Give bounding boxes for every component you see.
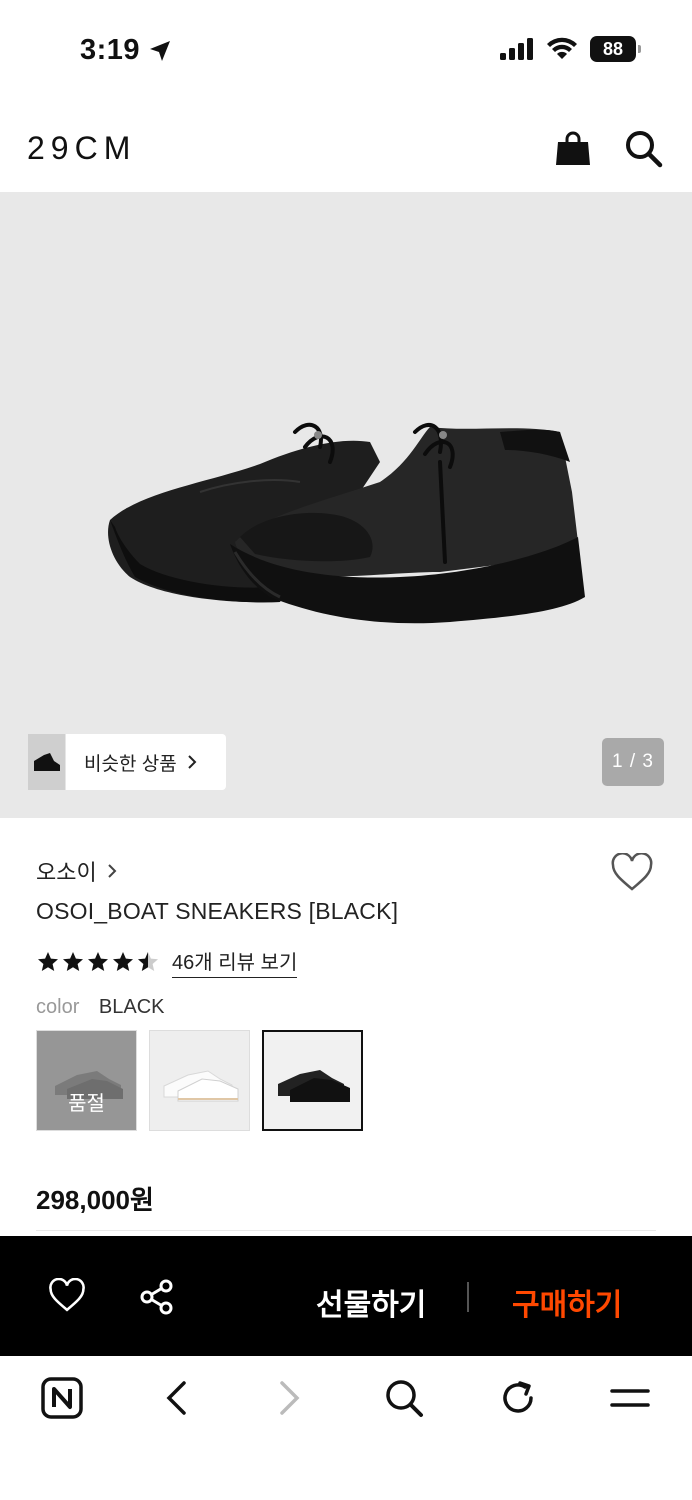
product-title: OSOI_BOAT SNEAKERS [BLACK] [36,898,399,924]
divider [36,1230,656,1231]
naver-icon[interactable] [40,1376,84,1420]
brand-name: 오소이 [36,860,97,885]
menu-icon[interactable] [608,1376,652,1420]
heart-icon[interactable] [48,1278,86,1314]
color-row: color BLACK [36,996,165,1019]
hamburger-icon [610,1389,650,1407]
star-icon [38,952,58,971]
status-bar: 3:19 88 [0,0,692,100]
chevron-right-icon [108,864,117,878]
white-shoe-thumbnail [163,1070,239,1102]
browser-toolbar [0,1356,692,1500]
gift-button[interactable]: 선물하기 [316,1280,426,1324]
swatch-black[interactable] [262,1030,363,1131]
signal-icon [500,38,533,60]
buy-button[interactable]: 구매하기 [512,1280,622,1324]
image-pager: 1 / 3 [602,738,664,786]
review-link[interactable]: 46개 리뷰 보기 [172,946,298,978]
half-star-icon [138,952,158,971]
swatch-white[interactable] [149,1030,250,1131]
status-icons: 88 [500,36,641,62]
sold-out-badge: 품절 [37,1031,136,1130]
shoe-thumbnail-icon [33,753,60,771]
back-chevron-icon [166,1381,186,1415]
reload-icon[interactable] [496,1376,540,1420]
search-icon[interactable] [623,128,663,168]
similar-thumbnail [28,734,66,790]
price: 298,000원 [36,1185,154,1215]
clock: 3:19 [80,34,172,67]
battery-level: 88 [602,38,624,59]
star-icon [113,952,133,971]
time-text: 3:19 [80,34,141,66]
shopping-bag-icon[interactable] [553,128,593,168]
logo[interactable]: 29CM [27,130,136,167]
black-shoe-thumbnail [278,1070,350,1102]
star-icon [63,952,83,971]
action-separator [467,1282,469,1312]
purchase-action-bar: 선물하기 구매하기 [0,1236,692,1356]
similar-products-label: 비슷한 상품 [66,749,197,776]
color-swatches: 품절 [36,1030,363,1131]
forward-icon[interactable] [268,1376,312,1420]
back-icon[interactable] [154,1376,198,1420]
app-header: 29CM [0,100,692,192]
rating-stars [36,950,160,974]
similar-products-button[interactable]: 비슷한 상품 [28,734,226,790]
reload-arrow-icon [503,1381,533,1413]
naver-icon-glyph [41,1377,83,1419]
product-image-carousel[interactable]: 비슷한 상품 1 / 3 [0,192,692,818]
similar-products-text: 비슷한 상품 [84,753,177,775]
star-icon [88,952,108,971]
browser-search-icon [386,1380,423,1417]
color-value: BLACK [98,996,165,1018]
product-photo [108,422,585,624]
chevron-right-icon [187,755,197,769]
wifi-icon [547,37,577,59]
forward-chevron-icon [280,1381,300,1415]
location-arrow-icon [150,40,171,61]
battery-icon: 88 [590,36,641,62]
swatch-gray[interactable]: 품절 [36,1030,137,1131]
brand-link[interactable]: 오소이 [36,855,117,887]
rating-row: 46개 리뷰 보기 [36,946,298,978]
color-label: color [36,996,80,1018]
search-icon[interactable] [382,1376,426,1420]
share-icon[interactable] [138,1278,176,1316]
wishlist-heart-icon[interactable] [610,853,654,893]
